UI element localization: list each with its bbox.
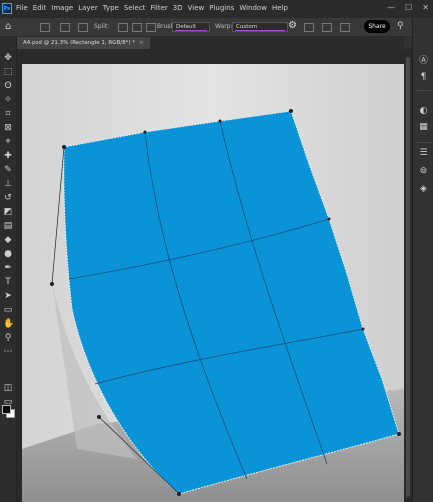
quick-mask-icon[interactable]: ◫ [3,383,13,393]
move-tool-icon[interactable]: ✥ [3,53,13,63]
warp-label: Warp: [215,23,233,30]
control-point[interactable] [177,492,181,496]
document-tab[interactable]: A4.psd @ 21.3% (Rectangle 1, RGB/8*) * × [17,37,150,49]
menu-select[interactable]: Select [124,4,146,12]
brush-select[interactable]: Default [172,22,210,32]
share-button[interactable]: Share [364,20,390,33]
lasso-tool-icon[interactable]: ʘ [3,81,13,91]
canvas-artwork[interactable] [17,49,404,502]
zoom-tool-icon[interactable]: ⚲ [3,333,13,343]
path-select-tool-icon[interactable]: ➤ [3,291,13,301]
panel-separator [416,90,431,91]
close-icon[interactable]: ✕ [422,3,429,12]
menu-layer[interactable]: Layer [78,4,98,12]
handle-point[interactable] [50,282,54,286]
transform-icon[interactable] [40,23,50,32]
layers-panel-icon[interactable]: ◈ [418,184,429,195]
main-menu: File Edit Image Layer Type Select Filter… [16,4,288,12]
menu-edit[interactable]: Edit [33,4,47,12]
control-point[interactable] [327,217,331,221]
split-cross-icon[interactable] [118,23,128,32]
vertical-scrollbar[interactable] [404,49,412,502]
split-label: Split: [94,23,110,30]
reset-warp-icon[interactable] [304,23,314,32]
warp-select[interactable]: Custom [232,22,288,32]
type-tool-icon[interactable]: T [3,277,13,287]
eraser-tool-icon[interactable]: ◩ [3,207,13,217]
menu-file[interactable]: File [16,4,28,12]
menu-type[interactable]: Type [103,4,119,12]
menu-image[interactable]: Image [51,4,73,12]
eyedropper-tool-icon[interactable]: ⌖ [3,137,13,147]
panel-dock: Ⓐ ¶ ◐ ▦ ☰ ⊚ ◈ [412,18,433,502]
close-tab-icon[interactable]: × [139,40,144,46]
control-point[interactable] [289,109,293,113]
menu-bar: Ps File Edit Image Layer Type Select Fil… [0,0,433,18]
transform-mode-icon[interactable] [78,23,88,32]
panel-separator [416,142,431,143]
pen-tool-icon[interactable]: ✒ [3,263,13,273]
gradient-tool-icon[interactable]: ▤ [3,221,13,231]
dodge-tool-icon[interactable]: ● [3,249,13,259]
color-panel-icon[interactable]: ◐ [418,106,429,117]
magic-wand-tool-icon[interactable]: ✧ [3,95,13,105]
gear-icon[interactable]: ⚙ [288,20,297,31]
commit-transform-icon[interactable] [340,23,350,32]
maximize-icon[interactable]: ☐ [405,3,412,12]
split-vertical-icon[interactable] [132,23,142,32]
search-icon[interactable]: ⚲ [397,21,404,31]
frame-tool-icon[interactable]: ⊠ [3,123,13,133]
control-point[interactable] [397,432,401,436]
control-point[interactable] [143,130,147,134]
paragraph-panel-icon[interactable]: ¶ [418,72,429,83]
tools-panel: ✥ ⬚ ʘ ✧ ⌗ ⊠ ⌖ ✚ ✎ ⊥ ↺ ◩ ▤ ◆ ● ✒ T ➤ ▭ ✋ … [0,37,17,502]
options-bar: ⌂ Split: Brush Default Warp: Custom ⚙ Sh… [0,18,433,37]
rectangle-tool-icon[interactable]: ▭ [3,305,13,315]
window-controls: — ☐ ✕ [387,3,429,12]
menu-3d[interactable]: 3D [173,4,183,12]
swatches-panel-icon[interactable]: ▦ [418,122,429,133]
screen-mode-icon[interactable]: ▭ [3,397,13,407]
menu-help[interactable]: Help [272,4,288,12]
control-point[interactable] [62,145,66,149]
document-canvas[interactable] [17,49,404,502]
control-point[interactable] [218,119,222,123]
minimize-icon[interactable]: — [387,3,395,12]
menu-view[interactable]: View [188,4,205,12]
control-point[interactable] [361,327,365,331]
more-tools-icon[interactable]: ⋯ [3,347,13,357]
marquee-tool-icon[interactable]: ⬚ [3,67,13,77]
split-horizontal-icon[interactable] [146,23,156,32]
channels-panel-icon[interactable]: ⊚ [418,166,429,177]
hand-tool-icon[interactable]: ✋ [3,319,14,329]
warp-grid-icon[interactable] [60,23,70,32]
menu-plugins[interactable]: Plugins [209,4,234,12]
history-brush-tool-icon[interactable]: ↺ [3,193,13,203]
libraries-panel-icon[interactable]: Ⓐ [418,56,429,67]
cancel-transform-icon[interactable] [322,23,332,32]
menu-window[interactable]: Window [239,4,267,12]
healing-brush-tool-icon[interactable]: ✚ [3,151,13,161]
photoshop-logo-icon: Ps [2,3,12,14]
handle-point[interactable] [97,415,101,419]
brush-tool-icon[interactable]: ✎ [3,165,13,175]
stamp-tool-icon[interactable]: ⊥ [3,179,13,189]
scrollbar-thumb[interactable] [406,57,410,497]
properties-panel-icon[interactable]: ☰ [418,148,429,159]
menu-filter[interactable]: Filter [150,4,167,12]
crop-tool-icon[interactable]: ⌗ [3,109,13,119]
blur-tool-icon[interactable]: ◆ [3,235,13,245]
document-tab-bar: A4.psd @ 21.3% (Rectangle 1, RGB/8*) * × [17,37,404,49]
document-tab-title: A4.psd @ 21.3% (Rectangle 1, RGB/8*) * [23,40,135,46]
home-icon[interactable]: ⌂ [5,21,11,32]
